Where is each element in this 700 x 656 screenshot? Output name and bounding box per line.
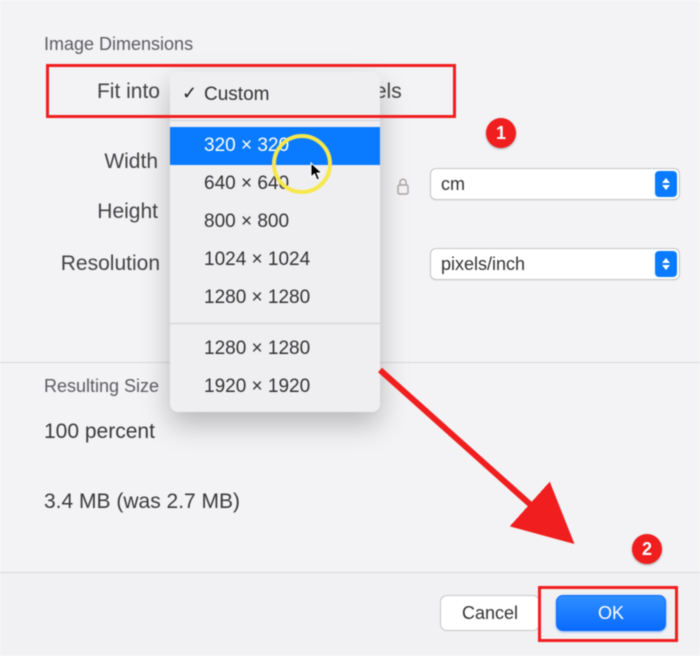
chevron-up-down-icon — [655, 171, 677, 197]
width-row: Width — [68, 150, 158, 174]
menu-separator — [170, 323, 380, 324]
resolution-row: Resolution — [40, 252, 160, 276]
fit-into-menu-item-custom[interactable]: Custom — [170, 76, 380, 114]
fit-into-menu[interactable]: Custom 320 × 320 640 × 640 800 × 800 102… — [170, 72, 380, 412]
annotation-badge-2: 2 — [632, 534, 662, 564]
menu-separator — [170, 120, 380, 121]
size-unit-value: cm — [441, 174, 465, 195]
fit-into-menu-item[interactable]: 1920 × 1920 — [170, 368, 380, 406]
resulting-percent: 100 percent — [44, 420, 155, 444]
fit-into-menu-item[interactable]: 1024 × 1024 — [170, 241, 380, 279]
height-label: Height — [62, 200, 158, 224]
fit-into-menu-item-highlighted[interactable]: 320 × 320 — [170, 127, 380, 165]
cancel-button[interactable]: Cancel — [440, 595, 540, 631]
height-row: Height — [62, 200, 158, 224]
lock-icon[interactable] — [395, 178, 411, 196]
annotation-badge-1: 1 — [486, 118, 516, 148]
resolution-label: Resolution — [40, 252, 160, 276]
fit-into-menu-item[interactable]: 1280 × 1280 — [170, 279, 380, 317]
chevron-up-down-icon — [655, 251, 677, 277]
size-unit-select[interactable]: cm — [430, 168, 680, 200]
resolution-unit-value: pixels/inch — [441, 254, 525, 275]
dialog-footer: Cancel OK — [0, 572, 700, 656]
fit-into-menu-item[interactable]: 640 × 640 — [170, 165, 380, 203]
fit-into-menu-item[interactable]: 1280 × 1280 — [170, 330, 380, 368]
resolution-unit-select[interactable]: pixels/inch — [430, 248, 680, 280]
annotation-arrow — [360, 360, 620, 570]
fit-into-label: Fit into — [60, 80, 160, 104]
image-dimensions-heading: Image Dimensions — [44, 34, 193, 55]
width-label: Width — [68, 150, 158, 174]
fit-into-menu-item[interactable]: 800 × 800 — [170, 203, 380, 241]
image-size-dialog: Image Dimensions Fit into pixels Width H… — [0, 0, 700, 656]
fit-into-row: Fit into — [60, 80, 160, 104]
resulting-size-heading: Resulting Size — [44, 376, 159, 397]
resulting-size: 3.4 MB (was 2.7 MB) — [44, 490, 240, 514]
ok-button[interactable]: OK — [556, 595, 666, 631]
